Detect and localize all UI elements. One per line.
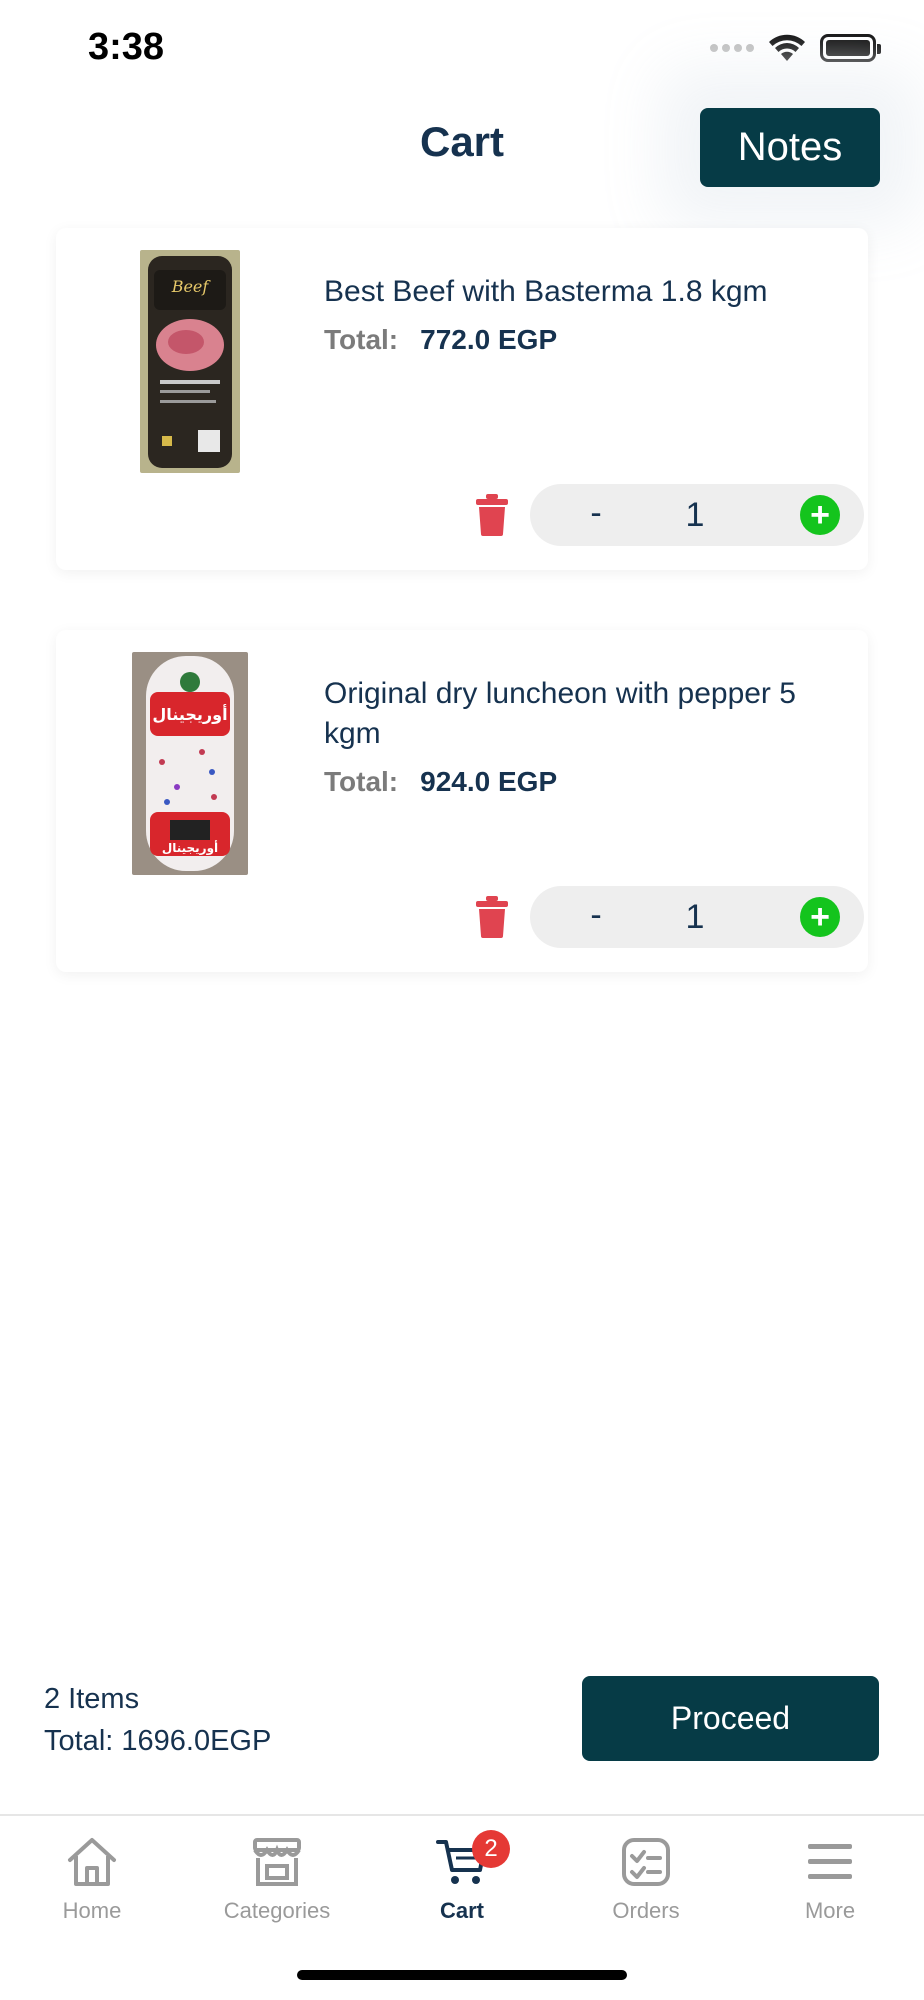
tab-categories[interactable]: Categories: [185, 1834, 369, 1924]
item-total-row: Total: 772.0 EGP: [324, 324, 557, 356]
home-indicator: [297, 1970, 627, 1980]
tab-label: Orders: [612, 1898, 680, 1923]
cart-item-card: أوريجينال أوريجينال Original dry luncheo…: [56, 630, 868, 972]
tab-home[interactable]: Home: [0, 1834, 184, 1924]
product-name: Best Beef with Basterma 1.8 kgm: [324, 275, 768, 308]
battery-icon: [820, 34, 881, 62]
cart-summary: 2 Items Total: 1696.0EGP: [44, 1678, 271, 1762]
delete-icon[interactable]: [476, 494, 508, 536]
store-icon: [253, 1838, 301, 1886]
increase-quantity-button[interactable]: +: [800, 897, 840, 937]
status-time: 3:38: [88, 26, 165, 68]
proceed-button[interactable]: Proceed: [582, 1676, 879, 1761]
tab-label: Cart: [439, 1898, 484, 1923]
decrease-quantity-button[interactable]: -: [576, 494, 616, 534]
svg-text:Beef: Beef: [171, 277, 212, 296]
total-value: 772.0 EGP: [420, 324, 558, 355]
product-image-luncheon: أوريجينال أوريجينال: [132, 652, 248, 875]
cart-item-card: Beef Best Beef with Basterma 1.8 kgm Tot…: [56, 228, 868, 570]
tab-orders[interactable]: Orders: [554, 1834, 738, 1924]
status-bar: 3:38: [0, 0, 924, 100]
notes-button[interactable]: Notes: [700, 108, 880, 187]
svg-text:أوريجينال: أوريجينال: [162, 840, 218, 856]
total-value: 924.0 EGP: [420, 766, 558, 797]
cellular-signal-icon: [710, 44, 754, 52]
tab-cart[interactable]: 2 Cart: [370, 1830, 554, 1924]
delete-icon[interactable]: [476, 896, 508, 938]
total-label: Total:: [324, 324, 399, 355]
tab-more[interactable]: More: [738, 1834, 922, 1924]
total-label: Total:: [324, 766, 399, 797]
quantity-stepper: - 1 +: [530, 484, 864, 546]
menu-icon: [808, 1844, 852, 1879]
item-total-row: Total: 924.0 EGP: [324, 766, 557, 798]
items-count: 2 Items: [44, 1683, 140, 1715]
wifi-icon: [769, 34, 805, 61]
svg-text:أوريجينال: أوريجينال: [152, 704, 227, 724]
decrease-quantity-button[interactable]: -: [576, 896, 616, 936]
home-icon: [68, 1838, 116, 1886]
cart-badge: 2: [472, 1830, 510, 1868]
tab-label: More: [804, 1898, 856, 1923]
cart-total: Total: 1696.0EGP: [44, 1725, 272, 1757]
tab-label: Categories: [223, 1898, 331, 1923]
product-image-best-beef: Beef: [140, 250, 240, 473]
product-name: Original dry luncheon with pepper 5 kgm: [324, 677, 796, 750]
quantity-value: 1: [685, 898, 705, 936]
tab-label: Home: [62, 1898, 122, 1923]
quantity-value: 1: [685, 496, 705, 534]
increase-quantity-button[interactable]: +: [800, 495, 840, 535]
quantity-stepper: - 1 +: [530, 886, 864, 948]
status-icons: [710, 34, 881, 62]
orders-icon: [622, 1838, 670, 1886]
